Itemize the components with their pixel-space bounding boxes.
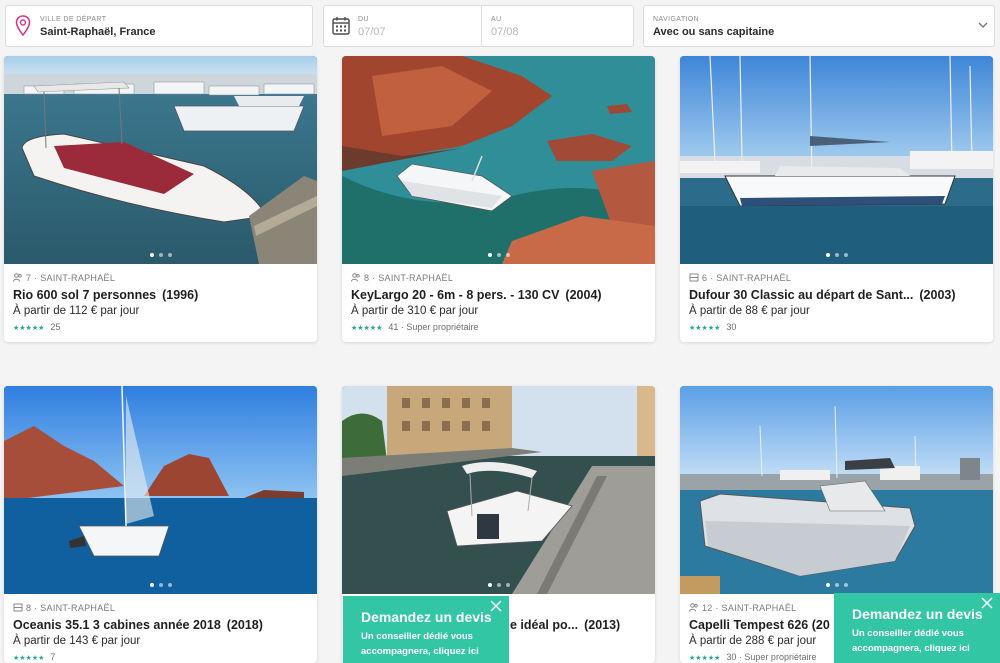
cabin-icon [13,603,23,612]
departure-city-field[interactable]: VILLE DE DÉPART Saint-Raphaël, France [5,5,313,47]
quote-title: Demandez un devis [361,609,492,625]
navigation-label: NAVIGATION [653,16,700,23]
listing-rating: ★★★★★ 25 [13,322,61,332]
listing-meta: 8 · SAINT-RAPHAËL [351,273,453,283]
listing-card[interactable]: 8 · SAINT-RAPHAËL KeyLargo 20 - 6m - 8 p… [342,56,655,342]
close-icon[interactable] [980,596,994,610]
listing-photo[interactable] [4,56,317,264]
people-icon [351,273,360,282]
listing-rating: ★★★★★ 30 [689,322,737,332]
listing-photo[interactable] [680,56,993,264]
listing-meta: 6 · SAINT-RAPHAËL [689,273,791,283]
quote-subtitle: Un conseiller dédié vous accompagnera, cl… [852,628,970,654]
listing-rating: ★★★★★ 41 · Super propriétaire [351,322,479,332]
search-bar: VILLE DE DÉPART Saint-Raphaël, France DU… [0,0,1000,50]
listing-price: À partir de 143 € par jour [13,635,141,647]
people-icon [13,273,22,282]
close-icon[interactable] [489,599,503,613]
listing-card[interactable]: 7 · SAINT-RAPHAËL Rio 600 sol 7 personne… [4,56,317,342]
listing-card[interactable]: 6 · SAINT-RAPHAËL Dufour 30 Classic au d… [680,56,993,342]
listing-meta: 12 · SAINT-RAPHAËL [689,603,796,613]
departure-city-value: Saint-Raphaël, France [40,26,156,38]
star-icon: ★★★★★ [351,325,383,332]
listing-price: À partir de 112 € par jour [13,305,140,317]
carousel-dots[interactable] [149,583,172,587]
people-icon [689,603,698,612]
listing-title[interactable]: KeyLargo 20 - 6m - 8 pers. - 130 CV (2004… [351,288,602,302]
carousel-dots[interactable] [149,253,172,257]
quote-title: Demandez un devis [852,606,983,622]
departure-city-label: VILLE DE DÉPART [40,16,107,23]
listing-card[interactable]: 8 · SAINT-RAPHAËL Oceanis 35.1 3 cabines… [4,386,317,663]
listing-price: À partir de 288 € par jour [689,635,817,647]
listing-title[interactable]: Capelli Tempest 626 (20 [689,618,830,632]
navigation-select[interactable]: NAVIGATION Avec ou sans capitaine [643,5,995,47]
listing-photo[interactable] [680,386,993,594]
cabin-icon [689,273,699,282]
star-icon: ★★★★★ [13,655,45,662]
listing-title[interactable]: Dufour 30 Classic au départ de Sant... (2… [689,288,956,302]
calendar-icon [332,17,350,35]
listing-title[interactable]: e idéal po... (2013) [510,618,620,632]
listing-title[interactable]: Oceanis 35.1 3 cabines année 2018 (2018) [13,618,263,632]
carousel-dots[interactable] [825,253,848,257]
listing-rating: ★★★★★ 7 [13,652,56,662]
carousel-dots[interactable] [487,253,510,257]
quote-subtitle: Un conseiller dédié vous accompagnera, cl… [361,631,479,657]
listing-photo[interactable] [342,386,655,594]
date-from-value: 07/07 [358,26,386,38]
navigation-value: Avec ou sans capitaine [653,26,775,38]
listing-price: À partir de 310 € par jour [351,305,479,317]
listing-photo[interactable] [4,386,317,594]
star-icon: ★★★★★ [689,655,721,662]
chevron-down-icon[interactable] [978,22,988,29]
listing-meta: 7 · SAINT-RAPHAËL [13,273,115,283]
date-from-label: DU [358,16,369,23]
listing-rating: ★★★★★ 30 · Super propriétaire [689,652,817,662]
date-to-label: AU [491,16,502,23]
listing-title[interactable]: Rio 600 sol 7 personnes (1996) [13,288,198,302]
quote-request-popup[interactable]: Demandez un devis Un conseiller dédié vo… [834,593,1000,663]
star-icon: ★★★★★ [13,325,45,332]
map-pin-icon [15,15,31,37]
date-to-value: 07/08 [491,26,519,38]
quote-request-popup[interactable]: Demandez un devis Un conseiller dédié vo… [343,596,509,663]
date-separator [481,6,482,46]
dates-field: DU 07/07 AU 07/08 [323,5,634,47]
carousel-dots[interactable] [825,583,848,587]
carousel-dots[interactable] [487,583,510,587]
listing-price: À partir de 88 € par jour [689,305,810,317]
listing-photo[interactable] [342,56,655,264]
star-icon: ★★★★★ [689,325,721,332]
listing-meta: 8 · SAINT-RAPHAËL [13,603,115,613]
